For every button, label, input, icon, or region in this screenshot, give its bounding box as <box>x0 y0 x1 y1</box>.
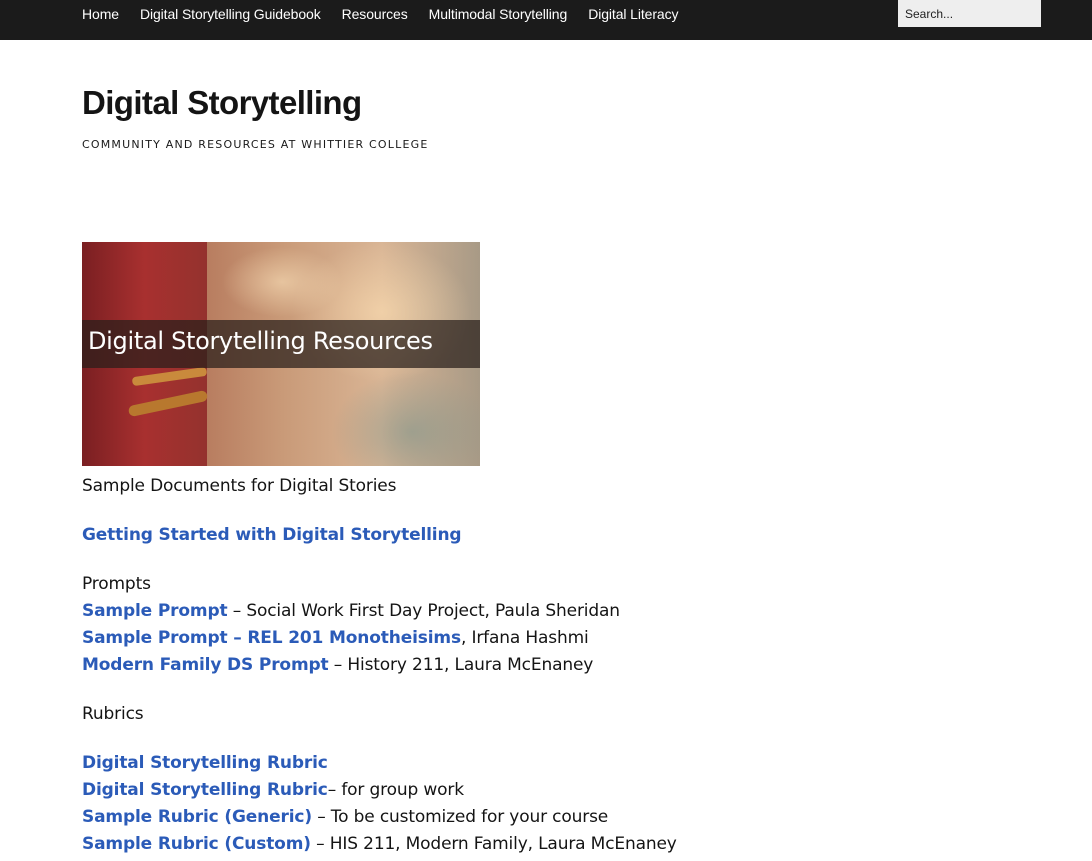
site-title[interactable]: Digital Storytelling <box>82 84 362 122</box>
nav-item-digital-literacy[interactable]: Digital Literacy <box>588 6 678 22</box>
nav-item-guidebook[interactable]: Digital Storytelling Guidebook <box>140 6 321 22</box>
rubric-link[interactable]: Digital Storytelling Rubric <box>82 753 328 773</box>
top-navigation-bar: Home Digital Storytelling Guidebook Reso… <box>0 0 1092 40</box>
rubric-item: Digital Storytelling Rubric <box>82 753 328 773</box>
nav-item-multimodal-storytelling[interactable]: Multimodal Storytelling <box>429 6 568 22</box>
rubric-description: – HIS 211, Modern Family, Laura McEnaney <box>310 834 677 854</box>
rubrics-heading: Rubrics <box>82 704 144 724</box>
getting-started-link[interactable]: Getting Started with Digital Storytellin… <box>82 525 462 545</box>
nav-item-home[interactable]: Home <box>82 6 119 22</box>
hero-caption: Digital Storytelling Resources <box>88 327 433 355</box>
prompts-heading: Prompts <box>82 574 151 594</box>
prompt-description: – History 211, Laura McEnaney <box>328 655 594 675</box>
rubric-link[interactable]: Sample Rubric (Custom) <box>82 834 311 854</box>
prompt-item: Modern Family DS Prompt – History 211, L… <box>82 655 593 675</box>
prompt-description: , Irfana Hashmi <box>460 628 589 648</box>
prompt-item: Sample Prompt – REL 201 Monotheisims, Ir… <box>82 628 589 648</box>
prompt-link[interactable]: Sample Prompt – REL 201 Monotheisims <box>82 628 461 648</box>
main-nav: Home Digital Storytelling Guidebook Reso… <box>82 0 699 27</box>
prompt-item: Sample Prompt – Social Work First Day Pr… <box>82 601 620 621</box>
rubric-item: Digital Storytelling Rubric– for group w… <box>82 780 464 800</box>
rubric-description: – for group work <box>327 780 464 800</box>
rubric-description: – To be customized for your course <box>311 807 609 827</box>
getting-started-paragraph: Getting Started with Digital Storytellin… <box>82 525 462 545</box>
hero-image: Digital Storytelling Resources <box>82 242 480 466</box>
site-tagline: COMMUNITY AND RESOURCES AT WHITTIER COLL… <box>82 138 429 151</box>
prompt-description: – Social Work First Day Project, Paula S… <box>227 601 620 621</box>
rubric-item: Sample Rubric (Generic) – To be customiz… <box>82 807 608 827</box>
rubric-link[interactable]: Sample Rubric (Generic) <box>82 807 312 827</box>
prompt-link[interactable]: Sample Prompt <box>82 601 228 621</box>
nav-item-resources[interactable]: Resources <box>342 6 408 22</box>
intro-text: Sample Documents for Digital Stories <box>82 476 397 496</box>
rubric-link[interactable]: Digital Storytelling Rubric <box>82 780 328 800</box>
rubric-item: Sample Rubric (Custom) – HIS 211, Modern… <box>82 834 677 854</box>
prompt-link[interactable]: Modern Family DS Prompt <box>82 655 329 675</box>
search-input[interactable] <box>898 0 1041 27</box>
